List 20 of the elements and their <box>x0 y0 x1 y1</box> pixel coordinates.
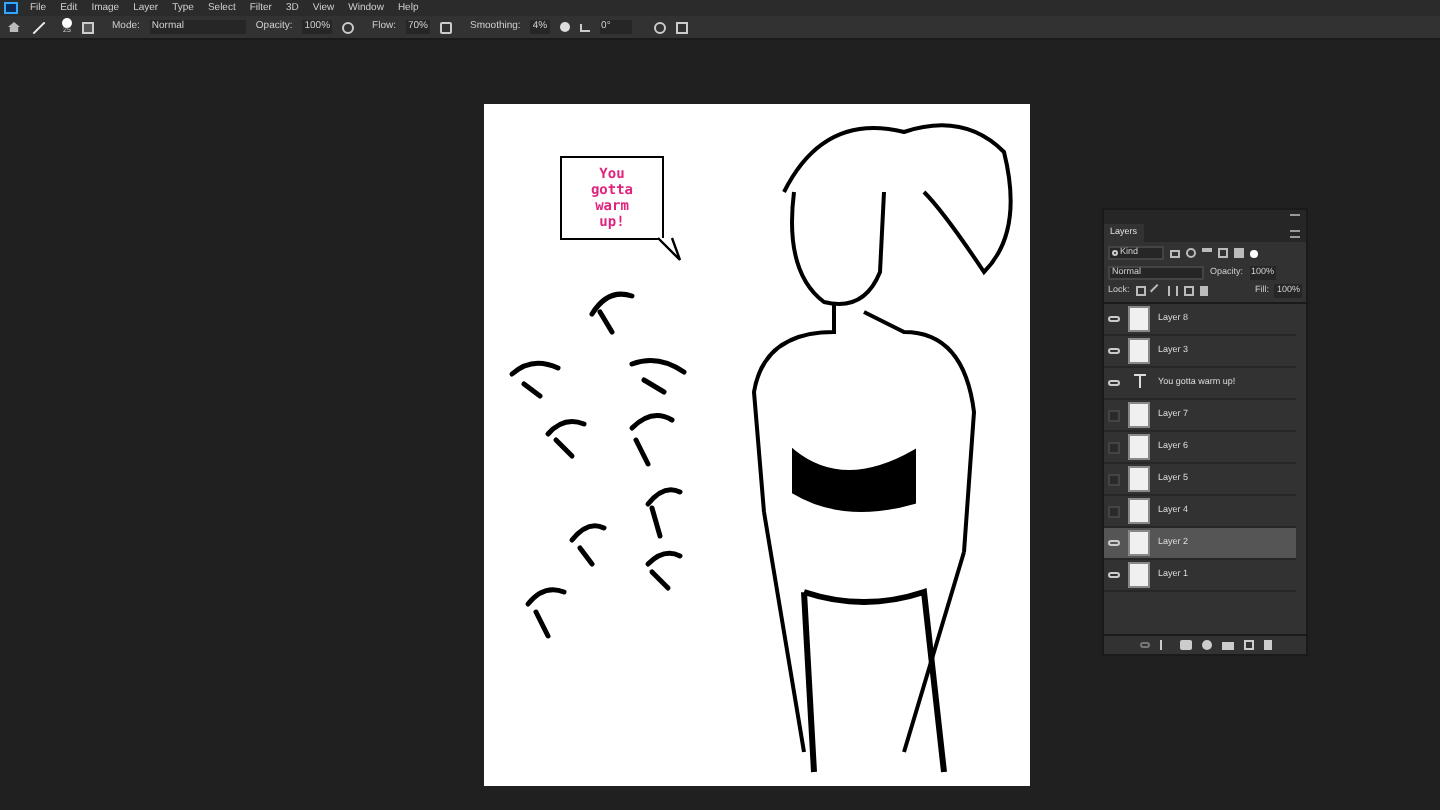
angle-icon[interactable] <box>579 23 590 31</box>
type-layer-icon <box>1128 374 1150 392</box>
layer-thumbnail <box>1128 338 1150 364</box>
layer-thumbnail <box>1128 498 1150 524</box>
collapse-icon[interactable] <box>1290 213 1300 219</box>
app-logo-icon[interactable] <box>4 2 18 14</box>
home-icon[interactable] <box>8 22 20 32</box>
layer-thumbnail <box>1128 466 1150 492</box>
visibility-toggle[interactable] <box>1108 409 1120 421</box>
layer-thumbnail <box>1128 402 1150 428</box>
menu-icon[interactable] <box>1290 230 1300 238</box>
search-icon <box>1112 250 1118 256</box>
visibility-toggle[interactable] <box>1108 473 1120 485</box>
layer-thumbnail <box>1128 530 1150 556</box>
visibility-toggle[interactable] <box>1108 505 1120 517</box>
bubble-tail-drawing <box>656 236 684 264</box>
layer-thumbnail <box>1128 434 1150 460</box>
visibility-toggle[interactable] <box>1108 441 1120 453</box>
layer-thumbnail <box>1128 306 1150 332</box>
layer-thumbnail <box>1128 562 1150 588</box>
